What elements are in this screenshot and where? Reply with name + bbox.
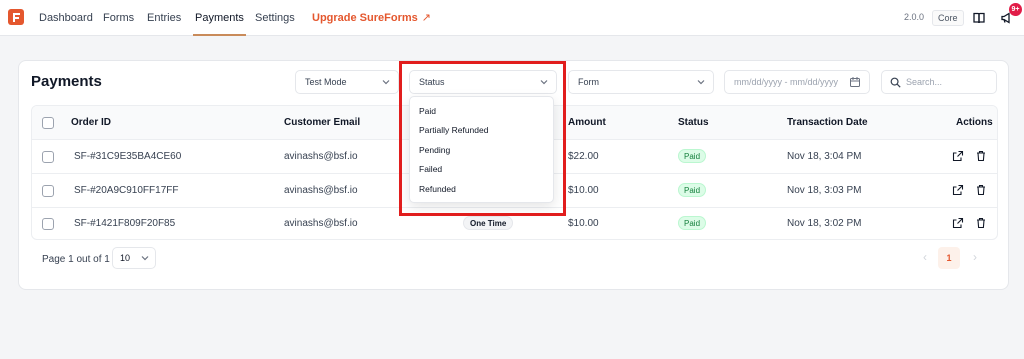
nav-payments[interactable]: Payments [193, 0, 246, 36]
amount: $10.00 [568, 185, 599, 196]
page-button-current[interactable]: 1 [938, 247, 960, 269]
amount: $22.00 [568, 151, 599, 162]
tier-badge: Core [932, 10, 964, 26]
top-navigation: Dashboard Forms Entries Payments Setting… [0, 0, 1024, 36]
status-dropdown-menu: Paid Partially Refunded Pending Failed R… [409, 96, 554, 203]
per-page-value: 10 [120, 253, 131, 263]
trash-icon[interactable] [975, 184, 987, 196]
status-option-pending[interactable]: Pending [410, 141, 553, 160]
select-all-checkbox[interactable] [42, 117, 54, 129]
status-cell: Paid [678, 174, 707, 208]
upgrade-link[interactable]: Upgrade SureForms ↗ [312, 0, 431, 36]
mode-select[interactable]: Test Mode [295, 70, 399, 94]
nav-entries[interactable]: Entries [147, 0, 181, 36]
notification-badge: 9+ [1009, 3, 1022, 16]
trash-icon[interactable] [975, 217, 987, 229]
status-option-partially-refunded[interactable]: Partially Refunded [410, 121, 553, 140]
transaction-date: Nov 18, 3:03 PM [787, 185, 862, 196]
status-cell: Paid [678, 207, 707, 239]
status-badge: Paid [678, 183, 707, 198]
form-select[interactable]: Form [568, 70, 714, 94]
order-id[interactable]: SF-#31C9E35BA4CE60 [74, 140, 181, 174]
date-range-placeholder: mm/dd/yyyy - mm/dd/yyyy [734, 77, 839, 87]
order-id[interactable]: SF-#1421F809F20F85 [74, 207, 175, 239]
book-icon[interactable] [972, 11, 986, 25]
chevron-down-icon [382, 80, 390, 85]
calendar-icon [850, 77, 860, 87]
transaction-date: Nov 18, 3:04 PM [787, 151, 862, 162]
nav-dashboard[interactable]: Dashboard [39, 0, 93, 36]
status-select[interactable]: Status [409, 70, 557, 94]
chevron-right-icon[interactable]: › [969, 251, 981, 263]
payment-type-cell: One Time [463, 207, 514, 239]
customer-email: avinashs@bsf.io [284, 218, 358, 229]
version-label: 2.0.0 [904, 12, 925, 22]
transaction-date: Nov 18, 3:02 PM [787, 218, 862, 229]
table-row[interactable]: SF-#1421F809F20F85 avinashs@bsf.io One T… [32, 207, 997, 239]
col-amount[interactable]: Amount [568, 106, 606, 140]
status-option-refunded[interactable]: Refunded [410, 180, 553, 199]
search-box [881, 70, 997, 94]
upgrade-label: Upgrade SureForms [312, 12, 418, 24]
status-select-value: Status [419, 77, 445, 87]
status-cell: Paid [678, 140, 707, 174]
nav-settings[interactable]: Settings [255, 0, 295, 36]
nav-forms[interactable]: Forms [103, 0, 134, 36]
col-customer-email[interactable]: Customer Email [284, 106, 360, 140]
external-link-icon[interactable] [952, 184, 964, 196]
form-select-value: Form [578, 77, 599, 87]
chevron-down-icon [141, 256, 149, 261]
date-range-picker[interactable]: mm/dd/yyyy - mm/dd/yyyy [724, 70, 870, 94]
mode-select-value: Test Mode [305, 77, 347, 87]
col-transaction-date[interactable]: Transaction Date [787, 106, 868, 140]
trash-icon[interactable] [975, 150, 987, 162]
external-arrow-icon: ↗ [421, 12, 431, 24]
col-status[interactable]: Status [678, 106, 709, 140]
pagination-info: Page 1 out of 1 [42, 254, 110, 265]
search-icon [890, 77, 901, 88]
chevron-down-icon [697, 80, 705, 85]
per-page-select[interactable]: 10 [112, 247, 156, 269]
status-option-failed[interactable]: Failed [410, 160, 553, 179]
row-checkbox[interactable] [42, 218, 54, 230]
col-actions: Actions [956, 117, 993, 128]
row-checkbox[interactable] [42, 151, 54, 163]
search-input[interactable] [906, 73, 992, 91]
sureforms-logo[interactable] [8, 9, 24, 25]
external-link-icon[interactable] [952, 217, 964, 229]
page-title: Payments [31, 73, 102, 90]
status-option-paid[interactable]: Paid [410, 102, 553, 121]
external-link-icon[interactable] [952, 150, 964, 162]
chevron-down-icon [540, 80, 548, 85]
amount: $10.00 [568, 218, 599, 229]
row-checkbox[interactable] [42, 185, 54, 197]
customer-email: avinashs@bsf.io [284, 151, 358, 162]
status-badge: Paid [678, 149, 707, 164]
chevron-left-icon[interactable]: ‹ [919, 251, 931, 263]
customer-email: avinashs@bsf.io [284, 185, 358, 196]
col-order-id[interactable]: Order ID [71, 106, 111, 140]
status-badge: Paid [678, 216, 707, 231]
payment-type-badge: One Time [463, 216, 514, 231]
order-id[interactable]: SF-#20A9C910FF17FF [74, 174, 179, 208]
